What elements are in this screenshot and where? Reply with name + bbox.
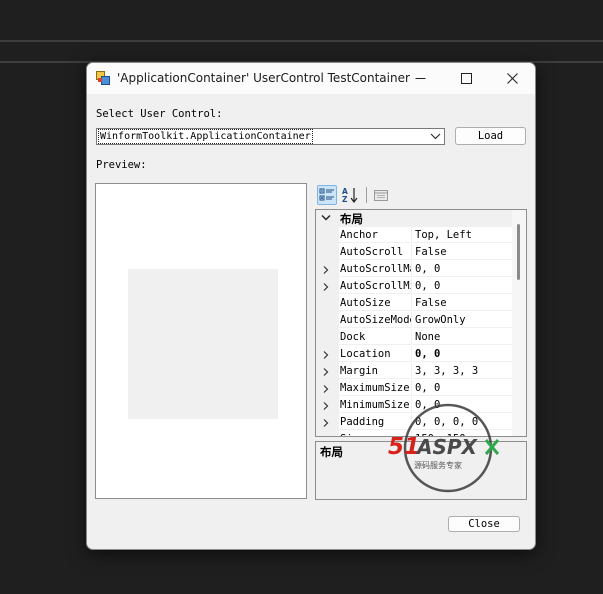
property-value[interactable]: False <box>413 295 512 311</box>
property-name: Dock <box>339 329 412 345</box>
property-value[interactable]: 0, 0 <box>413 261 512 277</box>
property-value[interactable]: 3, 3, 3, 3 <box>413 363 512 379</box>
property-name: AutoScrollMi <box>339 278 412 294</box>
row-gutter <box>316 380 339 397</box>
chevron-down-icon[interactable] <box>430 132 441 141</box>
property-value[interactable]: 0, 0, 0, 0 <box>413 414 512 430</box>
select-user-control-label: Select User Control: <box>96 108 223 120</box>
property-name: AutoSizeMode <box>339 312 412 328</box>
maximize-icon <box>460 73 472 84</box>
property-row[interactable]: AutoSizeMode GrowOnly <box>316 312 512 329</box>
property-value[interactable]: 150, 150 <box>413 431 512 436</box>
row-gutter <box>316 414 339 431</box>
property-pages-icon <box>374 190 388 201</box>
categorized-icon <box>319 188 334 201</box>
close-icon <box>506 73 518 84</box>
property-value[interactable]: 0, 0 <box>413 397 512 413</box>
chevron-right-icon[interactable] <box>323 351 329 359</box>
property-row[interactable]: AutoScrollMi 0, 0 <box>316 278 512 295</box>
property-name: AutoScrollMa <box>339 261 412 277</box>
property-name: Margin <box>339 363 412 379</box>
toolbar-separator <box>366 187 367 203</box>
category-row-layout[interactable]: 布局 <box>316 210 512 227</box>
chevron-right-icon[interactable] <box>323 283 329 291</box>
row-gutter <box>316 329 339 346</box>
chevron-right-icon[interactable] <box>323 385 329 393</box>
sort-alphabetical-icon: A Z <box>342 187 358 204</box>
property-row[interactable]: MaximumSize 0, 0 <box>316 380 512 397</box>
property-grid-toolbar: A Z <box>316 184 528 208</box>
chevron-right-icon[interactable] <box>323 266 329 274</box>
window-title: 'ApplicationContainer' UserControl TestC… <box>117 71 410 85</box>
property-name: AutoSize <box>339 295 412 311</box>
property-name: Location <box>339 346 412 362</box>
row-gutter <box>316 312 339 329</box>
test-container-window: 'ApplicationContainer' UserControl TestC… <box>86 62 536 550</box>
svg-text:Z: Z <box>342 195 348 204</box>
property-row[interactable]: Size150, 150 <box>316 431 512 437</box>
app-icon <box>96 71 110 85</box>
row-gutter <box>316 397 339 414</box>
close-window-button[interactable] <box>489 63 535 94</box>
property-value[interactable]: False <box>413 244 512 260</box>
property-grid[interactable]: 布局 Anchor Top, Left AutoScroll False AutoScr… <box>315 209 527 437</box>
property-name: AutoScroll <box>339 244 412 260</box>
user-control-combobox[interactable]: WinformToolkit.ApplicationContainer <box>96 128 445 145</box>
property-row[interactable]: Margin 3, 3, 3, 3 <box>316 363 512 380</box>
application-container-preview[interactable] <box>128 269 278 419</box>
combobox-selected-value: WinformToolkit.ApplicationContainer <box>98 129 313 144</box>
property-value[interactable]: 0, 0 <box>413 380 512 396</box>
property-row[interactable]: Padding 0, 0, 0, 0 <box>316 414 512 431</box>
preview-label: Preview: <box>96 159 147 171</box>
property-value[interactable]: Top, Left <box>413 227 512 243</box>
background-line-top <box>0 40 603 42</box>
preview-panel[interactable] <box>95 183 307 499</box>
property-value[interactable]: 0, 0 <box>413 278 512 294</box>
property-row[interactable]: MinimumSize 0, 0 <box>316 397 512 414</box>
property-pages-button[interactable] <box>371 185 391 205</box>
property-name: MinimumSize <box>339 397 412 413</box>
property-row[interactable]: AutoScroll False <box>316 244 512 261</box>
chevron-right-icon[interactable] <box>323 419 329 427</box>
property-value[interactable]: GrowOnly <box>413 312 512 328</box>
row-gutter <box>316 227 339 244</box>
property-row[interactable]: Dock None <box>316 329 512 346</box>
property-name: MaximumSize <box>339 380 412 396</box>
property-name: Size <box>339 431 412 436</box>
property-description-panel: 布局 <box>315 441 527 500</box>
alphabetical-button[interactable]: A Z <box>340 185 360 205</box>
close-button[interactable]: Close <box>448 516 520 532</box>
property-row[interactable]: Anchor Top, Left <box>316 227 512 244</box>
property-row[interactable]: AutoScrollMa 0, 0 <box>316 261 512 278</box>
chevron-right-icon[interactable] <box>323 402 329 410</box>
property-name: Padding <box>339 414 412 430</box>
row-gutter <box>316 346 339 363</box>
chevron-down-icon[interactable] <box>321 214 331 222</box>
property-value[interactable]: 0, 0 <box>413 346 512 362</box>
vertical-scrollbar[interactable] <box>512 210 526 436</box>
title-bar[interactable]: 'ApplicationContainer' UserControl TestC… <box>87 63 535 94</box>
minimize-button[interactable] <box>397 63 443 94</box>
description-title: 布局 <box>320 445 343 459</box>
category-name: 布局 <box>340 212 363 226</box>
row-gutter <box>316 363 339 380</box>
property-row[interactable]: Location 0, 0 <box>316 346 512 363</box>
minimize-icon <box>415 78 425 79</box>
load-button[interactable]: Load <box>455 127 526 145</box>
categorized-button[interactable] <box>317 185 337 205</box>
row-gutter <box>316 261 339 278</box>
chevron-right-icon[interactable] <box>323 368 329 376</box>
row-gutter <box>316 431 339 437</box>
property-row[interactable]: AutoSize False <box>316 295 512 312</box>
scrollbar-thumb[interactable] <box>517 224 520 280</box>
row-gutter <box>316 278 339 295</box>
row-gutter <box>316 295 339 312</box>
maximize-button[interactable] <box>443 63 489 94</box>
property-value[interactable]: None <box>413 329 512 345</box>
property-name: Anchor <box>339 227 412 243</box>
row-gutter <box>316 244 339 261</box>
chevron-right-icon[interactable] <box>323 436 329 437</box>
